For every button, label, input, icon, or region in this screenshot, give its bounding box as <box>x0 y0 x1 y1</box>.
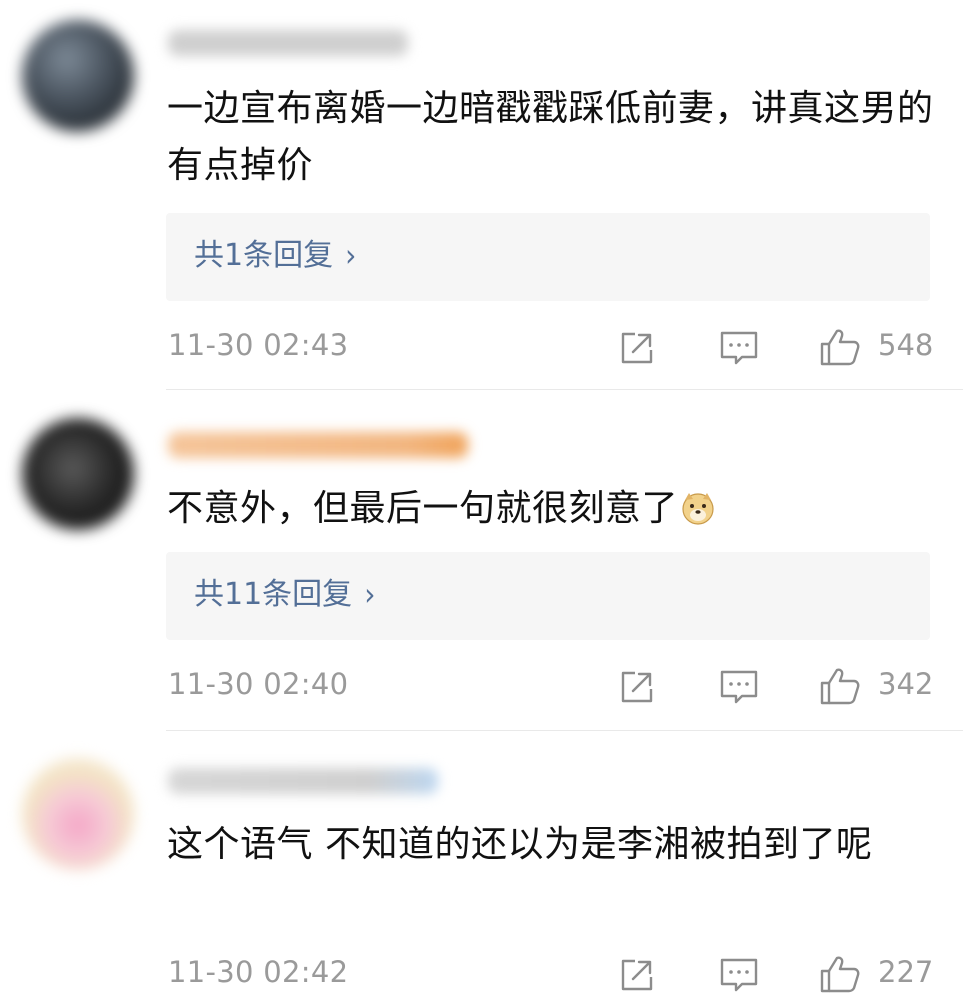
username-blurred[interactable] <box>168 432 468 458</box>
share-icon[interactable] <box>617 955 657 995</box>
like-icon[interactable] <box>818 326 862 368</box>
chevron-right-icon: › <box>364 576 376 613</box>
comment-text: 不意外，但最后一句就很刻意了 <box>167 480 937 537</box>
comment-time: 11-30 02:40 <box>168 667 349 701</box>
comment-icon[interactable] <box>718 328 760 368</box>
reply-count-label: 共11条回复 <box>194 577 353 612</box>
comment-icon[interactable] <box>718 955 760 995</box>
username-blurred[interactable] <box>168 768 438 794</box>
avatar[interactable] <box>22 758 134 870</box>
comment-meta: 11-30 02:42 227 <box>0 945 963 1005</box>
username-blurred[interactable] <box>168 30 408 56</box>
share-icon[interactable] <box>617 328 657 368</box>
avatar[interactable] <box>22 20 134 132</box>
chevron-right-icon: › <box>345 237 357 274</box>
reply-box[interactable]: 共11条回复 › <box>166 552 930 640</box>
divider <box>166 389 963 390</box>
view-replies-link[interactable]: 共1条回复 › <box>194 235 356 277</box>
comment-icon[interactable] <box>718 667 760 707</box>
comment-text: 这个语气 不知道的还以为是李湘被拍到了呢 <box>167 824 873 865</box>
like-count: 227 <box>878 955 934 989</box>
comment-meta: 11-30 02:43 548 <box>0 318 963 378</box>
like-icon[interactable] <box>818 953 862 995</box>
comment-meta: 11-30 02:40 342 <box>0 657 963 717</box>
avatar[interactable] <box>22 418 134 530</box>
comment-text-content: 不意外，但最后一句就很刻意了 <box>167 488 679 529</box>
divider <box>166 730 963 731</box>
reply-count-label: 共1条回复 <box>194 238 334 273</box>
reply-box[interactable]: 共1条回复 › <box>166 213 930 301</box>
like-count: 548 <box>878 328 934 362</box>
share-icon[interactable] <box>617 667 657 707</box>
comment-time: 11-30 02:42 <box>168 955 349 989</box>
like-count: 342 <box>878 667 934 701</box>
doge-emoji <box>682 493 714 525</box>
comment-time: 11-30 02:43 <box>168 328 349 362</box>
view-replies-link[interactable]: 共11条回复 › <box>194 574 375 616</box>
like-icon[interactable] <box>818 665 862 707</box>
comment-text: 一边宣布离婚一边暗戳戳踩低前妻，讲真这男的有点掉价 <box>167 88 934 186</box>
